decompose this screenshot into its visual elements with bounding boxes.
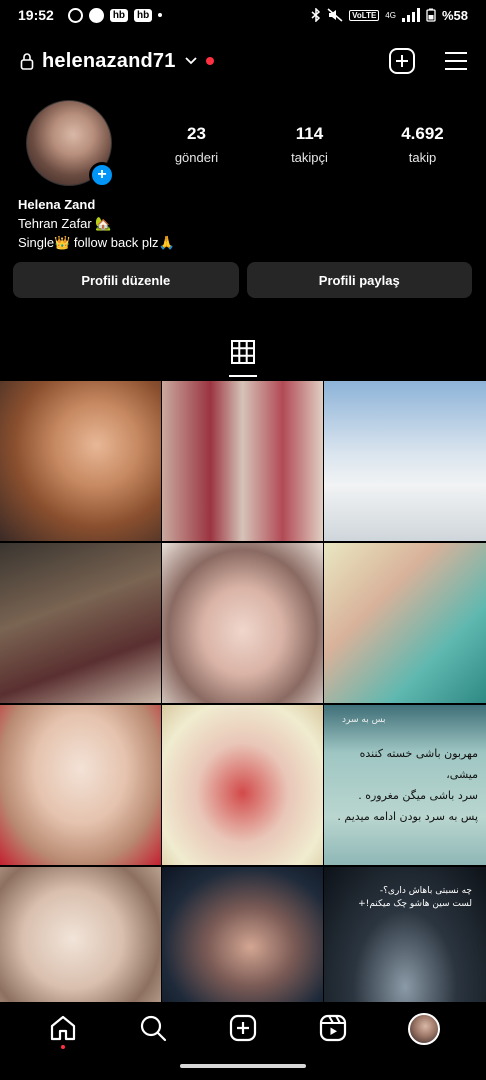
post-thumbnail[interactable] [324, 381, 486, 541]
search-icon [140, 1015, 167, 1042]
stat-value: 23 [187, 124, 206, 143]
account-switcher-username[interactable]: helenazand71 [42, 50, 176, 73]
grid-icon[interactable] [229, 338, 257, 366]
mute-icon [327, 8, 343, 22]
quote-line: مهربون باشی خسته کننده میشی، [359, 747, 478, 781]
profile-avatar[interactable]: + [26, 100, 115, 188]
notification-dot [205, 57, 214, 65]
post-thumbnail[interactable] [324, 543, 486, 703]
add-story-icon[interactable]: + [89, 162, 115, 188]
menu-icon[interactable] [442, 47, 470, 75]
home-indicator[interactable] [180, 1064, 306, 1068]
profile-header: helenazand71 [20, 44, 470, 78]
create-icon [229, 1014, 257, 1042]
post-thumbnail[interactable] [162, 705, 323, 865]
post-thumbnail[interactable] [0, 543, 161, 703]
status-time: 19:52 [18, 7, 54, 23]
stat-value: 114 [295, 124, 324, 143]
nav-home[interactable] [48, 1013, 78, 1049]
nav-search[interactable] [138, 1013, 168, 1043]
post-thumbnail[interactable] [162, 381, 323, 541]
stat-label: gönderi [174, 150, 219, 165]
profile-actions: Profili düzenle Profili paylaş [13, 262, 472, 298]
post-thumbnail-quote[interactable]: بس به سرد مهربون باشی خسته کننده میشی، س… [324, 705, 486, 865]
hb-badge: hb [109, 8, 129, 22]
stat-label: takipçi [291, 150, 328, 165]
nav-reels[interactable] [318, 1013, 348, 1043]
quote-line: پس به سرد بودن ادامه میدیم . [337, 810, 478, 823]
signal-icon [401, 8, 420, 22]
profile-name: Helena Zand [18, 197, 96, 212]
home-icon [50, 1015, 76, 1041]
lock-icon [20, 53, 34, 70]
chevron-down-icon[interactable] [184, 54, 198, 68]
hb-badge: hb [134, 8, 153, 22]
stat-value: 4.692 [401, 124, 444, 143]
share-profile-button[interactable]: Profili paylaş [246, 262, 472, 298]
profile-bio: Helena Zand Tehran Zafar 🏡 Single👑 follo… [18, 195, 175, 252]
bottom-navigation [0, 1002, 486, 1054]
stat-label: takip [408, 150, 437, 165]
more-notifications-dot [158, 13, 163, 17]
home-notification-dot [61, 1045, 65, 1049]
stat-posts[interactable]: 23 gönderi [140, 124, 253, 165]
stat-following[interactable]: 4.692 takip [366, 124, 479, 165]
post-thumbnail[interactable] [162, 543, 323, 703]
new-post-icon[interactable] [388, 47, 416, 75]
bluetooth-icon [311, 8, 321, 22]
nav-create[interactable] [228, 1013, 258, 1043]
app-notification-icon [88, 7, 104, 23]
profile-avatar [408, 1013, 440, 1045]
network-type: 4G [385, 10, 396, 20]
post-thumbnail[interactable] [0, 381, 161, 541]
poster-line: چه نسبتی باهاش داری؟- [379, 886, 472, 896]
active-tab-indicator [229, 375, 257, 377]
reels-icon [319, 1014, 347, 1042]
quote-title: بس به سرد [342, 715, 386, 725]
bio-line: Tehran Zafar 🏡 [18, 216, 112, 231]
status-bar: 19:52 hb hb VoLTE 4G %58 [0, 0, 486, 30]
nav-profile[interactable] [408, 1013, 440, 1045]
edit-profile-button[interactable]: Profili düzenle [13, 262, 239, 298]
app-notification-icon [67, 7, 83, 23]
bio-line: Single👑 follow back plz🙏 [18, 235, 175, 250]
post-thumbnail[interactable] [0, 705, 161, 865]
content-tabs [0, 334, 486, 380]
volte-icon: VoLTE [349, 9, 380, 21]
posts-grid: بس به سرد مهربون باشی خسته کننده میشی، س… [0, 381, 486, 1027]
battery-icon [426, 8, 436, 22]
poster-caption: چه نسبتی باهاش داری؟- لست سین هاشو چک می… [338, 885, 472, 911]
poster-line: لست سین هاشو چک میکنم!+ [358, 899, 472, 909]
battery-level: %58 [441, 7, 468, 23]
quote-line: سرد باشی میگن مغروره . [358, 789, 478, 802]
stat-followers[interactable]: 114 takipçi [253, 124, 366, 165]
profile-stats: 23 gönderi 114 takipçi 4.692 takip [140, 124, 480, 165]
